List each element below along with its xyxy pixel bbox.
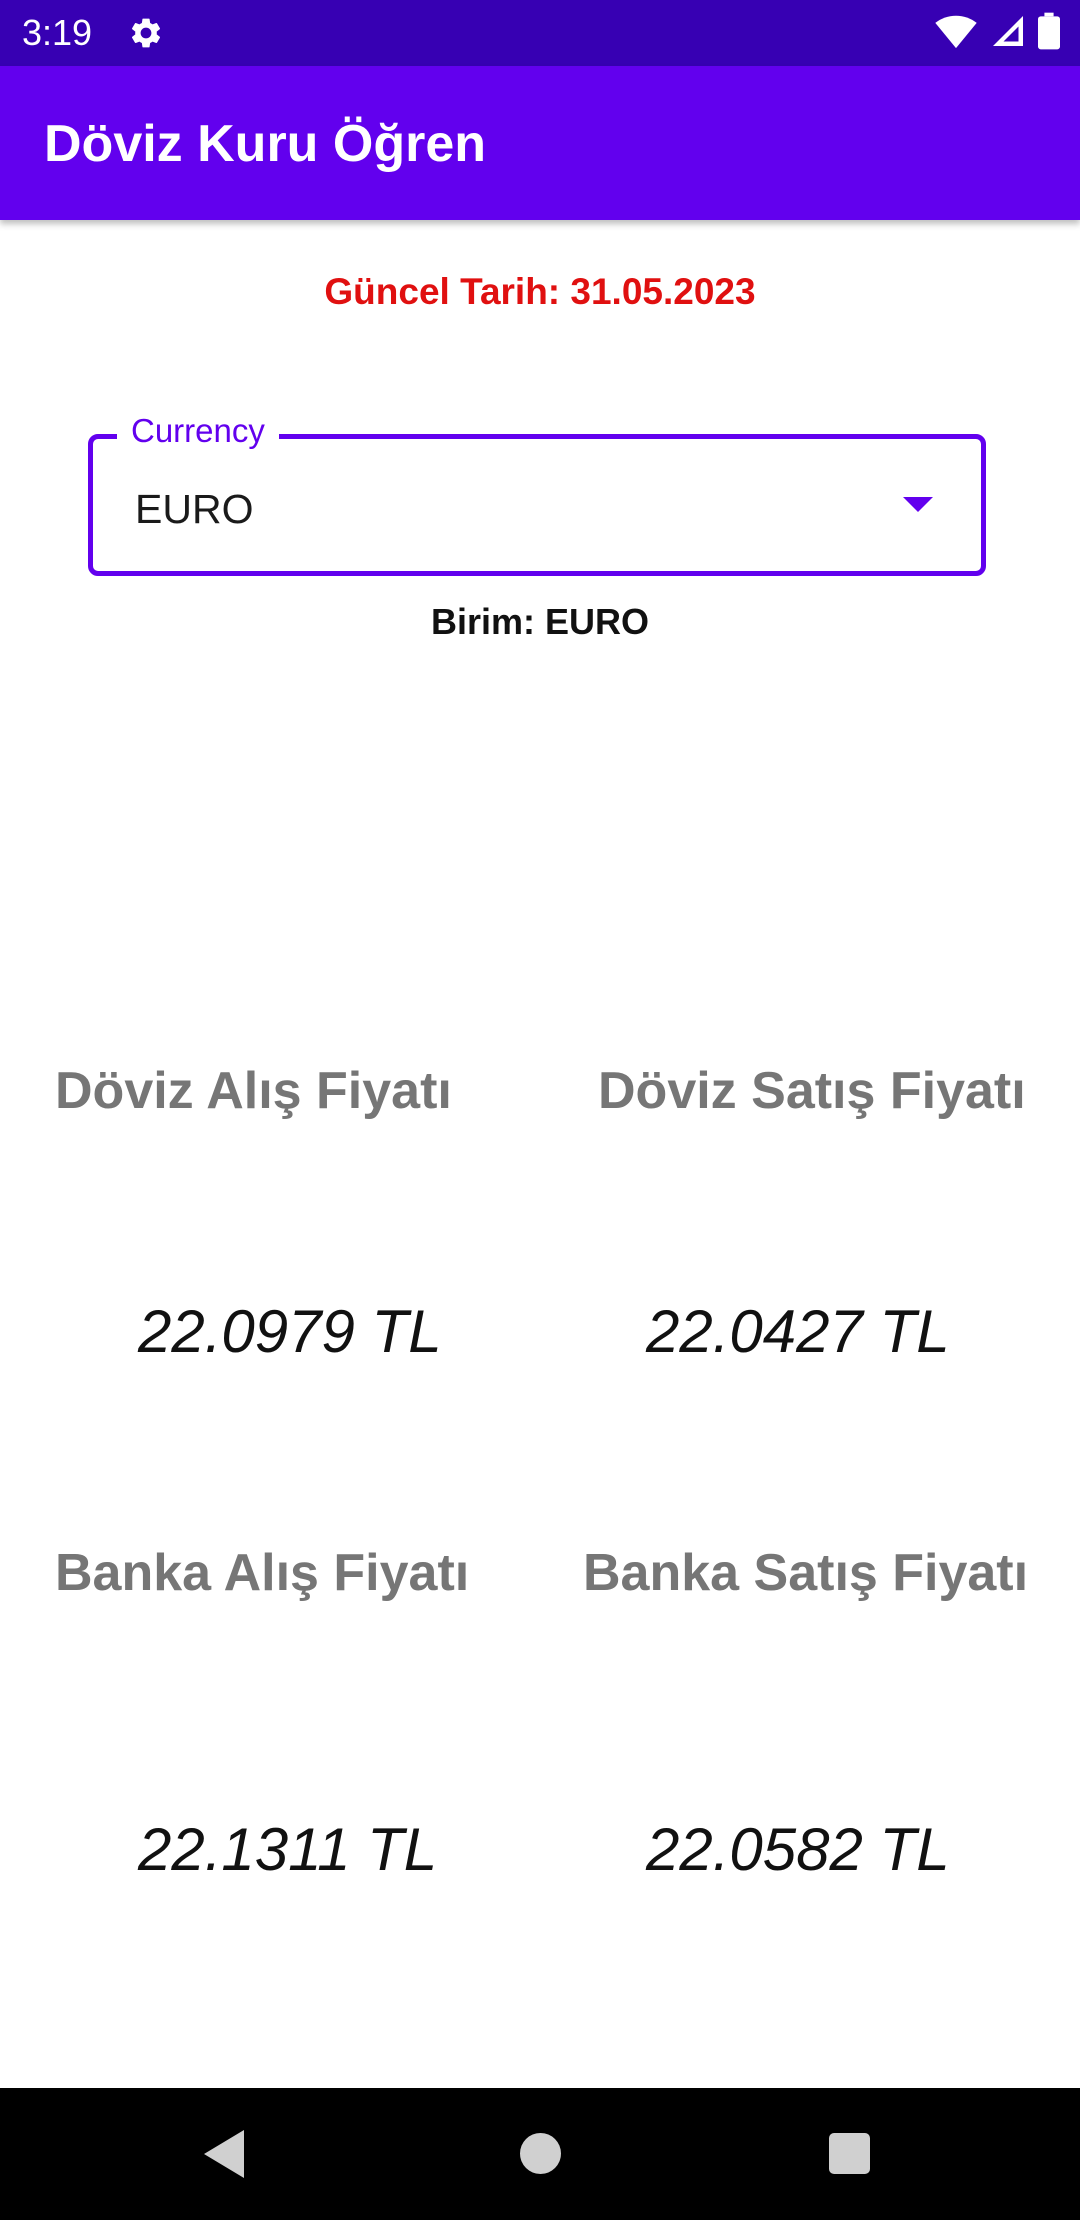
currency-dropdown[interactable]: Currency EURO xyxy=(88,409,986,576)
recents-icon[interactable] xyxy=(829,2133,870,2174)
banka-satis-value: 22.0582 TL xyxy=(646,1816,950,1883)
app-title: Döviz Kuru Öğren xyxy=(44,115,487,173)
current-date: Güncel Tarih: 31.05.2023 xyxy=(324,271,756,312)
home-icon[interactable] xyxy=(520,2133,561,2174)
currency-selected-value[interactable]: EURO xyxy=(135,485,253,533)
banka-alis-title: Banka Alış Fiyatı xyxy=(55,1544,470,1602)
dropdown-arrow-icon[interactable] xyxy=(903,497,933,512)
currency-label: Currency xyxy=(117,409,279,453)
signal-icon xyxy=(990,13,1026,54)
status-bar: 3:19 xyxy=(0,0,1080,66)
status-icons xyxy=(934,12,1060,55)
gear-icon xyxy=(128,15,164,51)
battery-icon xyxy=(1038,12,1060,55)
app-bar: Döviz Kuru Öğren xyxy=(0,66,1080,220)
doviz-satis-title: Döviz Satış Fiyatı xyxy=(598,1062,1026,1120)
back-icon[interactable] xyxy=(204,2130,244,2178)
app-screen: 3:19 Döviz Kuru Öğren Güncel Tarih: 31.0… xyxy=(0,0,1080,2220)
status-time: 3:19 xyxy=(22,12,93,53)
doviz-alis-title: Döviz Alış Fiyatı xyxy=(55,1062,452,1120)
unit-label: Birim: EURO xyxy=(430,601,650,642)
doviz-alis-value: 22.0979 TL xyxy=(138,1298,442,1365)
navigation-bar xyxy=(0,2088,1080,2220)
doviz-satis-value: 22.0427 TL xyxy=(646,1298,950,1365)
banka-satis-title: Banka Satış Fiyatı xyxy=(583,1544,1029,1602)
wifi-icon xyxy=(934,13,978,54)
banka-alis-value: 22.1311 TL xyxy=(138,1816,438,1883)
